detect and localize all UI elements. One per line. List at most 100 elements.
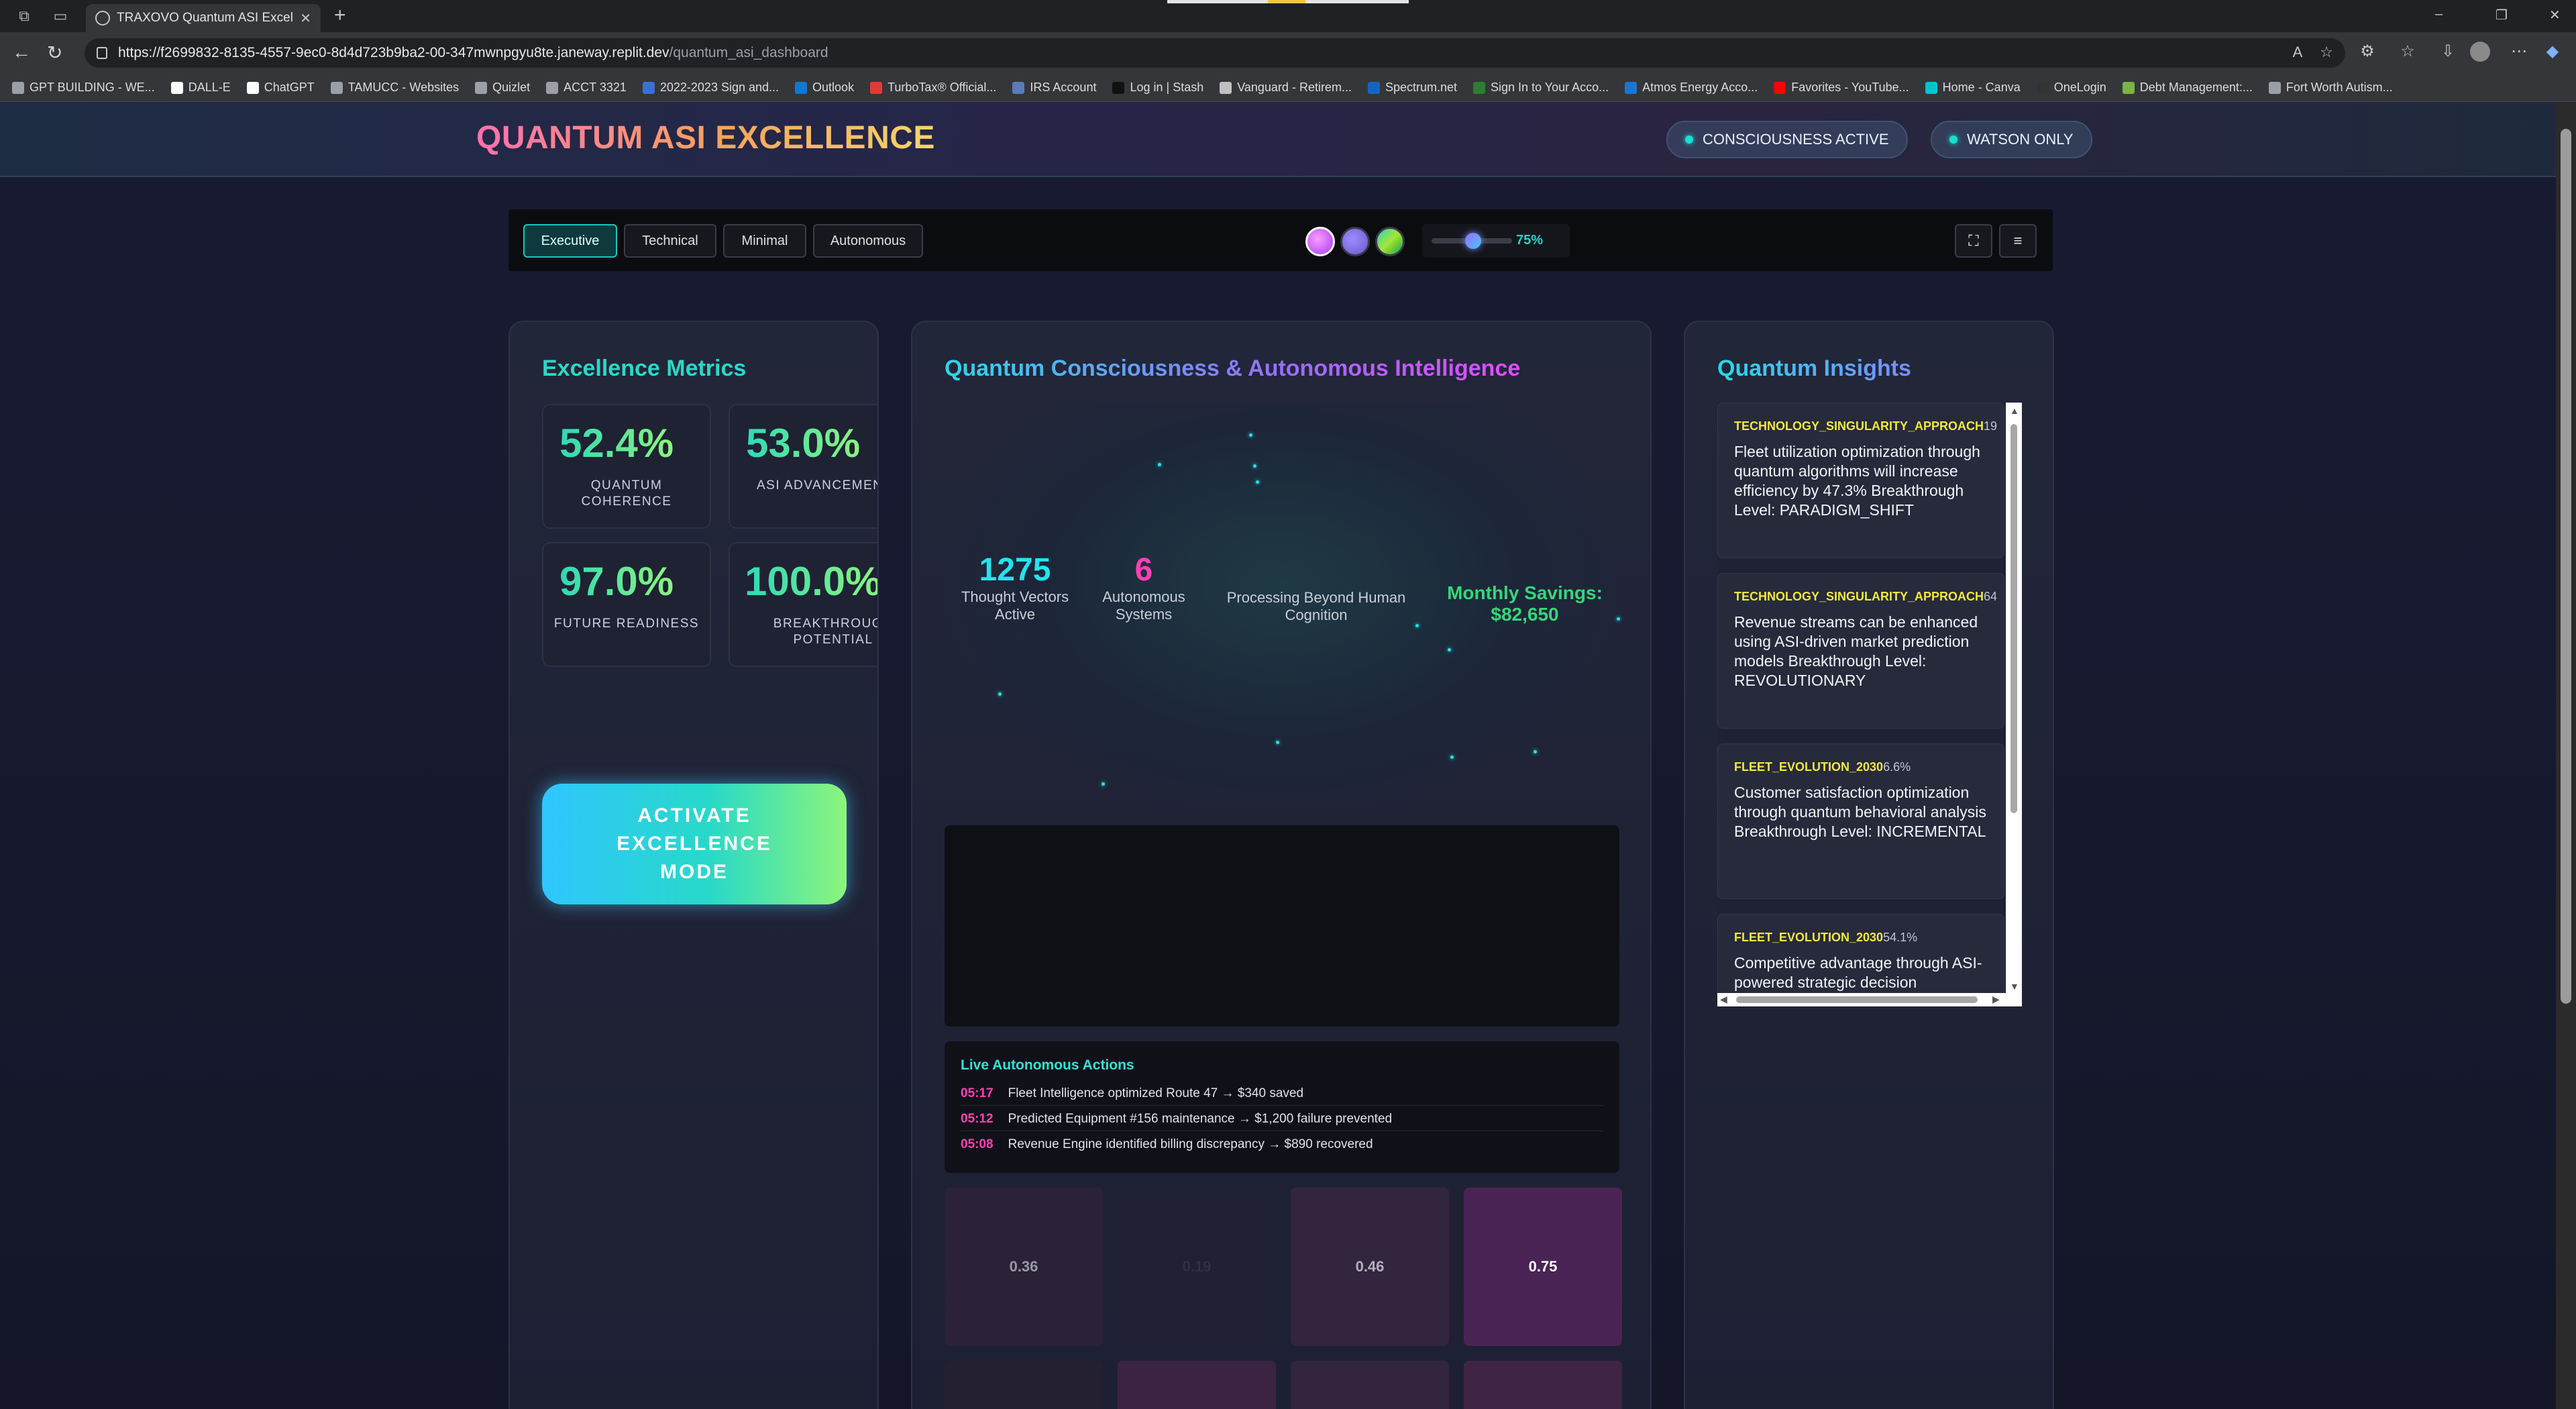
bookmark-item[interactable]: Atmos Energy Acco... — [1625, 81, 1758, 95]
scroll-right-icon[interactable]: ▶ — [1992, 994, 2000, 1005]
grid-cell[interactable] — [1118, 1361, 1276, 1409]
more-menu-icon[interactable]: ⋯ — [2509, 42, 2529, 62]
grid-cell[interactable] — [945, 1361, 1103, 1409]
grid-cell[interactable]: 0.75 — [1464, 1188, 1622, 1346]
media-indicator — [1167, 0, 1409, 3]
close-tab-icon[interactable]: ✕ — [300, 10, 311, 27]
bookmark-favicon-icon — [246, 81, 259, 94]
intensity-slider[interactable]: 75% — [1422, 224, 1570, 258]
thought-vectors-stat: 1275 Thought Vectors Active — [961, 552, 1069, 623]
bookmark-favicon-icon — [2036, 81, 2049, 94]
scroll-up-icon[interactable]: ▲ — [2010, 405, 2019, 416]
bookmark-item[interactable]: IRS Account — [1012, 81, 1096, 95]
theme-swatch-green[interactable] — [1375, 227, 1405, 256]
insights-list: TECHNOLOGY_SINGULARITY_APPROACH19 Fleet … — [1717, 403, 2006, 993]
grid-cell[interactable]: 0.19 — [1118, 1188, 1276, 1346]
bookmark-item[interactable]: Fort Worth Autism... — [2268, 81, 2393, 95]
bookmark-item[interactable]: 2022-2023 Sign and... — [642, 81, 779, 95]
copilot-icon[interactable]: ◆ — [2542, 42, 2563, 62]
url-text: https://f2699832-8135-4557-9ec0-8d4d723b… — [118, 45, 828, 60]
scroll-left-icon[interactable]: ◀ — [1720, 994, 1727, 1005]
favorites-icon[interactable]: ☆ — [2398, 42, 2418, 62]
back-icon[interactable]: ← — [12, 42, 31, 63]
bookmark-item[interactable]: Vanguard - Retirem... — [1220, 81, 1352, 95]
bookmark-favicon-icon — [2122, 81, 2135, 94]
extensions-icon[interactable]: ⚙ — [2357, 42, 2377, 62]
insight-card[interactable]: TECHNOLOGY_SINGULARITY_APPROACH64 Revenu… — [1717, 573, 2004, 729]
bookmark-item[interactable]: Outlook — [795, 81, 854, 95]
watson-status-pill[interactable]: WATSON ONLY — [1931, 121, 2092, 158]
bookmark-item[interactable]: Favorites - YouTube... — [1774, 81, 1909, 95]
action-row: 05:08 Revenue Engine identified billing … — [961, 1137, 1373, 1151]
bookmark-item[interactable]: Log in | Stash — [1112, 81, 1203, 95]
favorite-star-icon[interactable]: ☆ — [2320, 44, 2333, 61]
insight-card[interactable]: TECHNOLOGY_SINGULARITY_APPROACH19 Fleet … — [1717, 403, 2004, 558]
activate-excellence-button[interactable]: ACTIVATE EXCELLENCE MODE — [542, 784, 847, 904]
page-scrollbar[interactable] — [2556, 102, 2576, 1409]
processing-caption: Processing Beyond Human Cognition — [1226, 589, 1406, 623]
site-info-icon[interactable] — [97, 47, 107, 59]
consciousness-status-pill[interactable]: CONSCIOUSNESS ACTIVE — [1666, 121, 1908, 158]
menu-icon[interactable]: ≡ — [1999, 224, 2037, 258]
mode-executive-button[interactable]: Executive — [523, 224, 617, 258]
downloads-icon[interactable]: ⇩ — [2438, 42, 2458, 62]
bookmark-item[interactable]: Debt Management:... — [2122, 81, 2253, 95]
theme-swatch-pink[interactable] — [1305, 227, 1335, 256]
app-header: QUANTUM ASI EXCELLENCE CONSCIOUSNESS ACT… — [0, 102, 2556, 177]
metric-future-readiness: 97.0% FUTURE READINESS — [542, 542, 711, 667]
bookmark-label: Home - Canva — [1942, 81, 2021, 94]
particle — [1102, 782, 1105, 786]
bookmark-item[interactable]: Spectrum.net — [1367, 81, 1457, 95]
grid-cell[interactable] — [1464, 1361, 1622, 1409]
close-window-icon[interactable]: ✕ — [2549, 7, 2561, 23]
bookmark-item[interactable]: ChatGPT — [246, 81, 315, 95]
restore-icon[interactable]: ❐ — [2496, 7, 2508, 23]
particle — [1253, 464, 1256, 468]
insight-card[interactable]: FLEET_EVOLUTION_203054.1% Competitive ad… — [1717, 914, 2004, 993]
bookmark-favicon-icon — [1774, 81, 1786, 94]
vertical-tabs-icon[interactable]: ▭ — [51, 7, 70, 25]
profile-avatar[interactable] — [2470, 42, 2490, 62]
bookmark-label: OneLogin — [2053, 81, 2106, 94]
fullscreen-icon[interactable]: ⛶ — [1955, 224, 1992, 258]
grid-cell[interactable]: 0.46 — [1291, 1188, 1449, 1346]
bookmark-item[interactable]: TurboTax® Official... — [870, 81, 996, 95]
read-aloud-icon[interactable]: A — [2293, 44, 2303, 61]
insight-card[interactable]: FLEET_EVOLUTION_20306.6% Customer satisf… — [1717, 743, 2004, 899]
bookmark-item[interactable]: ACCT 3321 — [546, 81, 627, 95]
workspaces-icon[interactable]: ⧉ — [15, 7, 34, 25]
mode-autonomous-button[interactable]: Autonomous — [813, 224, 923, 258]
bookmark-item[interactable]: Quizlet — [475, 81, 530, 95]
insights-scroll-area[interactable]: TECHNOLOGY_SINGULARITY_APPROACH19 Fleet … — [1717, 403, 2022, 1006]
bookmark-item[interactable]: GPT BUILDING - WE... — [12, 81, 155, 95]
scroll-down-icon[interactable]: ▼ — [2010, 981, 2019, 992]
bookmark-label: Log in | Stash — [1130, 81, 1204, 94]
minimize-icon[interactable]: – — [2435, 7, 2443, 22]
grid-cell[interactable] — [1291, 1361, 1449, 1409]
metric-breakthrough-potential: 100.0% BREAKTHROUGH POTENTIAL — [729, 542, 877, 667]
bookmark-label: DALL-E — [188, 81, 231, 94]
bookmark-item[interactable]: OneLogin — [2036, 81, 2106, 95]
bookmark-item[interactable]: TAMUCC - Websites — [330, 81, 459, 95]
bookmark-favicon-icon — [1473, 81, 1486, 94]
browser-tab-active[interactable]: TRAXOVO Quantum ASI Excellen ✕ — [86, 4, 321, 32]
bookmark-label: Sign In to Your Acco... — [1491, 81, 1609, 94]
bookmark-favicon-icon — [795, 81, 808, 94]
url-bar[interactable]: https://f2699832-8135-4557-9ec0-8d4d723b… — [85, 38, 2345, 68]
scroll-thumb[interactable] — [2010, 424, 2017, 813]
page-scroll-thumb[interactable] — [2561, 129, 2571, 1004]
bookmark-item[interactable]: Sign In to Your Acco... — [1473, 81, 1609, 95]
bookmark-label: ChatGPT — [264, 81, 315, 94]
slider-knob[interactable] — [1465, 233, 1481, 249]
bookmark-item[interactable]: Home - Canva — [1925, 81, 2021, 95]
new-tab-button[interactable]: + — [334, 4, 346, 27]
scroll-thumb[interactable] — [1736, 996, 1978, 1003]
mode-minimal-button[interactable]: Minimal — [723, 224, 806, 258]
reload-icon[interactable]: ↻ — [47, 42, 62, 64]
theme-swatch-purple[interactable] — [1340, 227, 1370, 256]
insights-horizontal-scrollbar[interactable]: ◀ ▶ — [1717, 993, 2022, 1006]
bookmark-item[interactable]: DALL-E — [170, 81, 231, 95]
grid-cell[interactable]: 0.36 — [945, 1188, 1103, 1346]
insights-vertical-scrollbar[interactable]: ▲ ▼ — [2008, 405, 2019, 996]
mode-technical-button[interactable]: Technical — [624, 224, 716, 258]
